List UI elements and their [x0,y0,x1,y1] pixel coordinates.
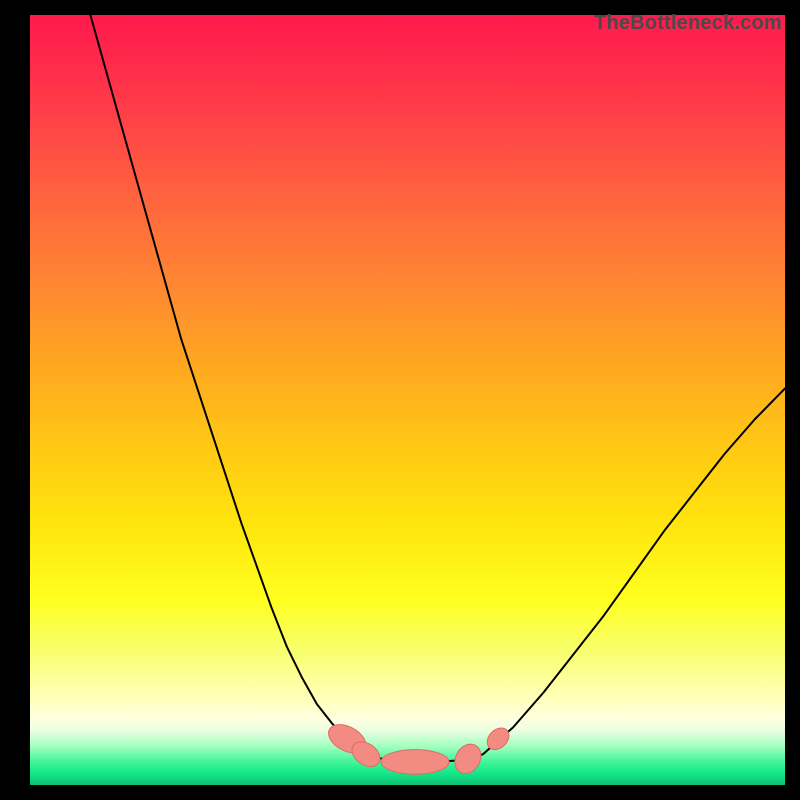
data-marker-3 [450,739,486,778]
bottleneck-curve [90,15,785,762]
chart-plot-area [30,15,785,785]
chart-svg-layer [30,15,785,785]
chart-frame: TheBottleneck.com [0,0,800,800]
data-marker-2 [381,750,449,775]
watermark-text: TheBottleneck.com [594,12,782,35]
